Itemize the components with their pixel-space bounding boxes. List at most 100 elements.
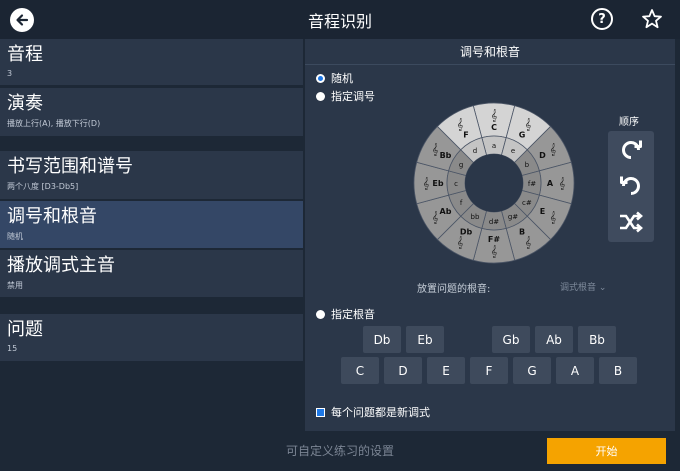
major-key-label: Ab bbox=[440, 207, 452, 216]
key-signature-icon: 𝄞 bbox=[457, 236, 464, 249]
counterclockwise-order-button[interactable] bbox=[617, 172, 645, 200]
setting-title: 调号和根音 bbox=[7, 206, 97, 227]
root-key-c[interactable]: C bbox=[341, 357, 379, 384]
major-key-label: D bbox=[539, 151, 546, 160]
key-signature-icon: 𝄞 bbox=[432, 211, 439, 224]
root-key-f[interactable]: F bbox=[470, 357, 508, 384]
setting-value: 3 bbox=[7, 69, 13, 78]
setting-title: 播放调式主音 bbox=[7, 255, 115, 276]
minor-key-label: b bbox=[525, 161, 530, 169]
back-button[interactable] bbox=[10, 8, 34, 32]
minor-key-label: a bbox=[492, 142, 496, 150]
radio-label: 随机 bbox=[331, 72, 353, 85]
major-key-label: F bbox=[463, 131, 468, 140]
radio-indicator bbox=[316, 309, 325, 319]
order-controls bbox=[608, 131, 654, 242]
major-key-label: A bbox=[547, 179, 554, 188]
circle-of-fifths[interactable]: 𝄞Ca𝄞Ge 𝄞Db𝄞Af#𝄞Ec#𝄞Bg#𝄞F#d#𝄞Dbbb𝄞 Abf𝄞 Eb c𝄞… bbox=[413, 102, 575, 264]
random-radio[interactable]: 随机 bbox=[316, 70, 353, 86]
root-key-a[interactable]: A bbox=[556, 357, 594, 384]
checkbox-indicator bbox=[316, 407, 325, 417]
root-key-e[interactable]: E bbox=[427, 357, 465, 384]
key-signature-icon: 𝄞 bbox=[525, 236, 532, 249]
minor-key-label: bb bbox=[471, 213, 480, 221]
major-key-label: Db bbox=[460, 227, 473, 236]
setting-value: 播放上行(A), 播放下行(D) bbox=[7, 119, 101, 128]
root-key-eb[interactable]: Eb bbox=[406, 326, 444, 353]
setting-interval[interactable]: 音程 3 bbox=[0, 39, 303, 85]
specific-root-radio[interactable]: 指定根音 bbox=[316, 306, 375, 322]
checkbox-label: 每个问题都是新调式 bbox=[331, 406, 430, 419]
radio-indicator bbox=[316, 73, 325, 83]
key-signature-icon: 𝄞 bbox=[423, 177, 430, 190]
key-signature-icon: 𝄞 bbox=[525, 118, 532, 131]
minor-key-label: d bbox=[473, 147, 477, 155]
key-signature-icon: 𝄞 bbox=[491, 245, 498, 258]
major-key-label: Bb bbox=[440, 151, 452, 160]
major-key-label: F# bbox=[488, 235, 500, 244]
shuffle-order-button[interactable] bbox=[617, 208, 645, 236]
shuffle-icon bbox=[620, 211, 643, 233]
minor-key-label: f# bbox=[528, 180, 536, 188]
setting-value: 15 bbox=[7, 344, 18, 353]
circle-center bbox=[465, 154, 523, 212]
root-question-label: 放置问题的根音: bbox=[417, 284, 491, 295]
setting-title: 书写范围和谱号 bbox=[7, 156, 133, 177]
setting-value: 禁用 bbox=[7, 281, 23, 290]
page-title: 音程识别 bbox=[307, 11, 372, 31]
help-button[interactable]: ? bbox=[591, 8, 613, 30]
setting-play-tonic[interactable]: 播放调式主音 禁用 bbox=[0, 250, 303, 297]
setting-playback[interactable]: 演奏 播放上行(A), 播放下行(D) bbox=[0, 88, 303, 136]
minor-key-label: g# bbox=[508, 213, 518, 221]
question-icon: ? bbox=[598, 11, 606, 27]
setting-title: 音程 bbox=[7, 44, 43, 65]
dropdown-value: 调式根音 bbox=[560, 283, 597, 293]
setting-key-root[interactable]: 调号和根音 随机 bbox=[0, 201, 303, 248]
chevron-down-icon: ⌄ bbox=[598, 283, 607, 293]
setting-value: 随机 bbox=[7, 232, 23, 241]
major-key-label: E bbox=[540, 207, 545, 216]
root-key-db[interactable]: Db bbox=[363, 326, 401, 353]
clockwise-order-button[interactable] bbox=[617, 136, 645, 164]
setting-range-clef[interactable]: 书写范围和谱号 两个八度 [D3-Db5] bbox=[0, 151, 303, 199]
root-key-d[interactable]: D bbox=[384, 357, 422, 384]
minor-key-label: c# bbox=[522, 199, 532, 207]
minor-key-label: d# bbox=[489, 218, 499, 226]
specific-key-radio[interactable]: 指定调号 bbox=[316, 88, 375, 104]
footer-bar: 可自定义练习的设置 开始 bbox=[0, 431, 680, 471]
panel-title: 调号和根音 bbox=[305, 39, 675, 65]
arrow-left-icon bbox=[16, 14, 29, 26]
root-key-g[interactable]: G bbox=[513, 357, 551, 384]
root-key-bb[interactable]: Bb bbox=[578, 326, 616, 353]
major-key-label: B bbox=[519, 227, 525, 236]
favorite-button[interactable] bbox=[640, 7, 664, 31]
root-type-dropdown[interactable]: 调式根音 ⌄ bbox=[560, 280, 606, 293]
setting-questions[interactable]: 问题 15 bbox=[0, 314, 303, 361]
key-signature-icon: 𝄞 bbox=[457, 118, 464, 131]
root-key-gb[interactable]: Gb bbox=[492, 326, 530, 353]
minor-key-label: g bbox=[459, 161, 463, 169]
major-key-label: Eb bbox=[432, 179, 443, 188]
radio-label: 指定调号 bbox=[331, 90, 375, 103]
rotate-counterclockwise-icon bbox=[620, 176, 640, 195]
start-button[interactable]: 开始 bbox=[547, 438, 666, 464]
setting-title: 问题 bbox=[7, 319, 43, 340]
key-signature-icon: 𝄞 bbox=[559, 177, 566, 190]
root-key-ab[interactable]: Ab bbox=[535, 326, 573, 353]
star-icon bbox=[642, 9, 662, 29]
order-label: 顺序 bbox=[619, 117, 639, 128]
radio-indicator bbox=[316, 91, 325, 101]
major-key-label: G bbox=[519, 131, 526, 140]
rotate-clockwise-icon bbox=[622, 140, 642, 159]
key-signature-icon: 𝄞 bbox=[550, 211, 557, 224]
minor-key-label: c bbox=[454, 180, 458, 188]
key-signature-icon: 𝄞 bbox=[432, 143, 439, 156]
new-key-each-question-checkbox[interactable]: 每个问题都是新调式 bbox=[316, 404, 430, 420]
root-key-b[interactable]: B bbox=[599, 357, 637, 384]
top-bar: 音程识别 ? bbox=[0, 0, 680, 39]
major-key-label: C bbox=[491, 123, 497, 132]
key-signature-icon: 𝄞 bbox=[550, 143, 557, 156]
key-root-panel: 调号和根音 随机 指定调号 𝄞 Ca 𝄞 Ge 𝄞 Db 𝄞 Af# 𝄞 Ec# 𝄞 Bg# 𝄞 F# d#… bbox=[305, 39, 675, 431]
setting-title: 演奏 bbox=[7, 93, 43, 114]
minor-key-label: e bbox=[511, 147, 515, 155]
